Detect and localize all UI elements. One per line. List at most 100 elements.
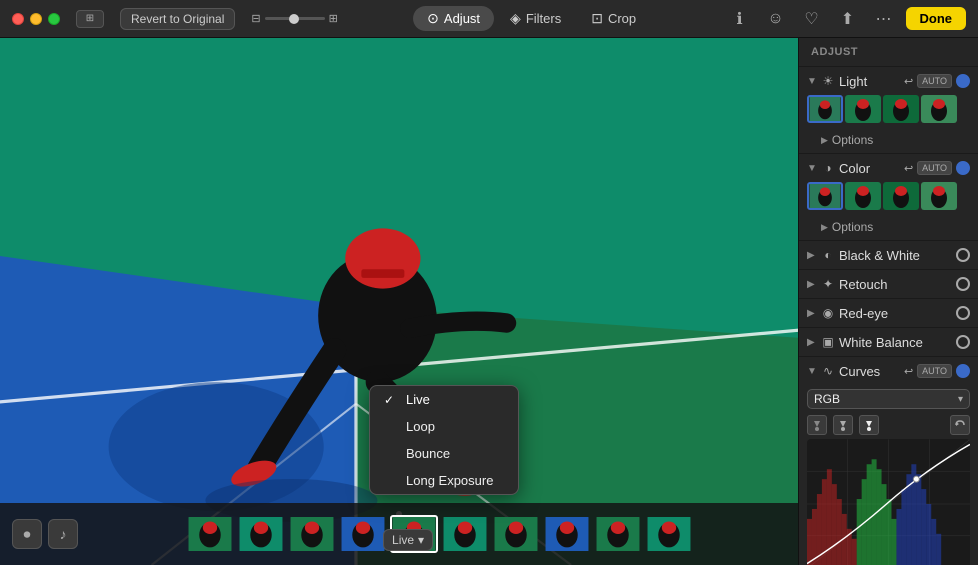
undo-icon-curves[interactable]: ↩	[904, 365, 913, 378]
section-redeye-header[interactable]: ▶ ◉ Red-eye	[799, 299, 978, 327]
chevron-down-icon: ▾	[418, 533, 424, 547]
minimize-button[interactable]	[30, 13, 42, 25]
share-button[interactable]: ⬆	[834, 5, 862, 33]
toggle-color[interactable]	[956, 161, 970, 175]
section-redeye: ▶ ◉ Red-eye	[799, 299, 978, 328]
playback-option-live[interactable]: ✓ Live	[370, 386, 518, 413]
filmstrip-thumb-6[interactable]	[441, 515, 489, 553]
section-bw-header[interactable]: ▶ ◐ Black & White	[799, 241, 978, 269]
section-wb: ▶ ▣ White Balance	[799, 328, 978, 357]
rgb-label: RGB	[814, 392, 840, 406]
chevron-icon-wb: ▶	[807, 337, 817, 348]
undo-icon-color[interactable]: ↩	[904, 162, 913, 175]
playback-option-loop[interactable]: Loop	[370, 413, 518, 440]
redeye-icon: ◉	[821, 306, 835, 320]
zoom-out-icon: ⊟	[251, 12, 260, 25]
filmstrip-thumb-3[interactable]	[288, 515, 336, 553]
auto-badge-curves[interactable]: AUTO	[917, 364, 952, 378]
section-color-header[interactable]: ▼ ◑ Color ↩ AUTO	[799, 154, 978, 182]
color-thumb-2[interactable]	[845, 182, 881, 210]
section-light-title: Light	[839, 74, 900, 89]
zoom-slider[interactable]	[265, 17, 325, 20]
toggle-curves[interactable]	[956, 364, 970, 378]
filmstrip-thumb-4[interactable]	[339, 515, 387, 553]
section-wb-header[interactable]: ▶ ▣ White Balance	[799, 328, 978, 356]
color-options[interactable]: ▶ Options	[799, 216, 978, 240]
toggle-bw[interactable]	[956, 248, 970, 262]
playback-live-label: Live	[406, 392, 430, 407]
curves-tools	[799, 413, 978, 439]
close-button[interactable]	[12, 13, 24, 25]
curves-eyedrop-shadow[interactable]	[807, 415, 827, 435]
section-bw-controls	[956, 248, 970, 262]
color-thumb-4[interactable]	[921, 182, 957, 210]
tab-crop[interactable]: ⊡ Crop	[577, 6, 650, 31]
light-thumb-4[interactable]	[921, 95, 957, 123]
main-content: ✓ Live Loop Bounce Long Exposure ⏺ ♪	[0, 38, 978, 565]
info-button[interactable]: ℹ	[726, 5, 754, 33]
toolbar-right: ℹ ☺ ♡ ⬆ ⋯ Done	[726, 5, 967, 33]
color-icon: ◑	[821, 161, 835, 175]
volume-button[interactable]: ♪	[48, 519, 78, 549]
toggle-retouch[interactable]	[956, 277, 970, 291]
more-button[interactable]: ⋯	[870, 5, 898, 33]
light-thumb-1[interactable]	[807, 95, 843, 123]
light-options[interactable]: ▶ Options	[799, 129, 978, 153]
color-thumb-1[interactable]	[807, 182, 843, 210]
playback-option-bounce[interactable]: Bounce	[370, 440, 518, 467]
filmstrip-thumb-7[interactable]	[492, 515, 540, 553]
light-options-label: Options	[832, 133, 873, 147]
adjust-icon: ⊙	[427, 10, 439, 27]
light-thumb-2[interactable]	[845, 95, 881, 123]
playback-dropdown: ✓ Live Loop Bounce Long Exposure	[369, 385, 519, 495]
filmstrip-thumb-8[interactable]	[543, 515, 591, 553]
section-color-controls: ↩ AUTO	[904, 161, 970, 175]
playback-select[interactable]: Live ▾	[383, 529, 433, 551]
heart-button[interactable]: ♡	[798, 5, 826, 33]
tab-crop-label: Crop	[608, 11, 636, 26]
tab-filters[interactable]: ◈ Filters	[496, 6, 575, 31]
tab-filters-label: Filters	[526, 11, 561, 26]
playback-option-long-exposure[interactable]: Long Exposure	[370, 467, 518, 494]
emoji-button[interactable]: ☺	[762, 5, 790, 33]
filmstrip: ⏺ ♪	[0, 503, 798, 565]
auto-badge-color[interactable]: AUTO	[917, 161, 952, 175]
wb-icon: ▣	[821, 335, 835, 349]
section-curves-header[interactable]: ▼ ∿ Curves ↩ AUTO	[799, 357, 978, 385]
fullscreen-button[interactable]	[48, 13, 60, 25]
done-button[interactable]: Done	[906, 7, 967, 30]
toggle-wb[interactable]	[956, 335, 970, 349]
toggle-light[interactable]	[956, 74, 970, 88]
curves-reset-tool[interactable]	[950, 415, 970, 435]
section-retouch-header[interactable]: ▶ ✦ Retouch	[799, 270, 978, 298]
record-button[interactable]: ⏺	[12, 519, 42, 549]
light-thumb-3[interactable]	[883, 95, 919, 123]
curves-graph[interactable]	[807, 439, 970, 565]
revert-button[interactable]: Revert to Original	[120, 8, 235, 30]
curves-eyedrop-highlight[interactable]	[859, 415, 879, 435]
chevron-icon-retouch: ▶	[807, 279, 817, 290]
undo-icon-light[interactable]: ↩	[904, 75, 913, 88]
zoom-in-icon: ⊞	[329, 12, 338, 25]
curves-svg	[807, 439, 970, 565]
auto-badge-light[interactable]: AUTO	[917, 74, 952, 88]
color-thumb-3[interactable]	[883, 182, 919, 210]
curves-eyedrop-mid[interactable]	[833, 415, 853, 435]
section-light-header[interactable]: ▼ ☀ Light ↩ AUTO	[799, 67, 978, 95]
tab-adjust[interactable]: ⊙ Adjust	[413, 6, 494, 31]
zoom-control: ⊟ ⊞	[251, 12, 337, 25]
filmstrip-thumb-1[interactable]	[186, 515, 234, 553]
filmstrip-thumb-2[interactable]	[237, 515, 285, 553]
window-layout-button[interactable]: ⊞	[76, 10, 104, 28]
chevron-icon-light: ▼	[807, 76, 817, 87]
photo-area: ✓ Live Loop Bounce Long Exposure ⏺ ♪	[0, 38, 798, 565]
chevron-icon-bw: ▶	[807, 250, 817, 261]
playback-long-label: Long Exposure	[406, 473, 493, 488]
filmstrip-thumb-9[interactable]	[594, 515, 642, 553]
filmstrip-thumbs	[92, 515, 786, 553]
traffic-lights	[12, 13, 60, 25]
light-icon: ☀	[821, 74, 835, 88]
rgb-select[interactable]: RGB ▾	[807, 389, 970, 409]
toggle-redeye[interactable]	[956, 306, 970, 320]
filmstrip-thumb-10[interactable]	[645, 515, 693, 553]
